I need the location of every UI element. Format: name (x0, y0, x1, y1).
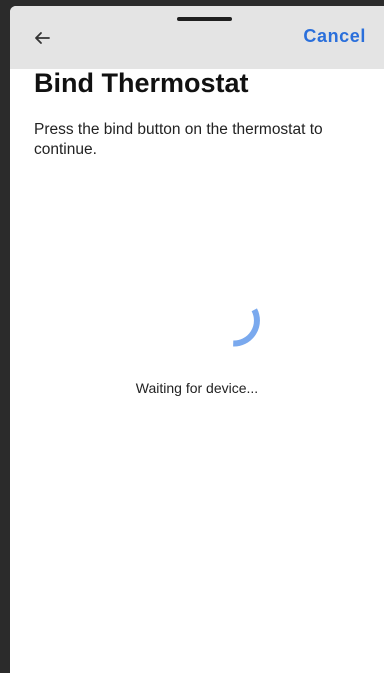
arrow-left-icon (35, 32, 50, 44)
drag-handle[interactable] (177, 17, 232, 21)
page-title: Bind Thermostat (34, 68, 249, 98)
app-bar: Cancel (10, 6, 384, 69)
status-text: Waiting for device... (135, 380, 259, 396)
screen: Cancel Bind Thermostat Press the bind bu… (10, 6, 384, 673)
loading-spinner-icon (233, 308, 260, 347)
back-button[interactable] (28, 24, 56, 52)
cancel-button[interactable]: Cancel (303, 26, 366, 47)
instructions-text: Press the bind button on the thermostat … (34, 121, 323, 158)
